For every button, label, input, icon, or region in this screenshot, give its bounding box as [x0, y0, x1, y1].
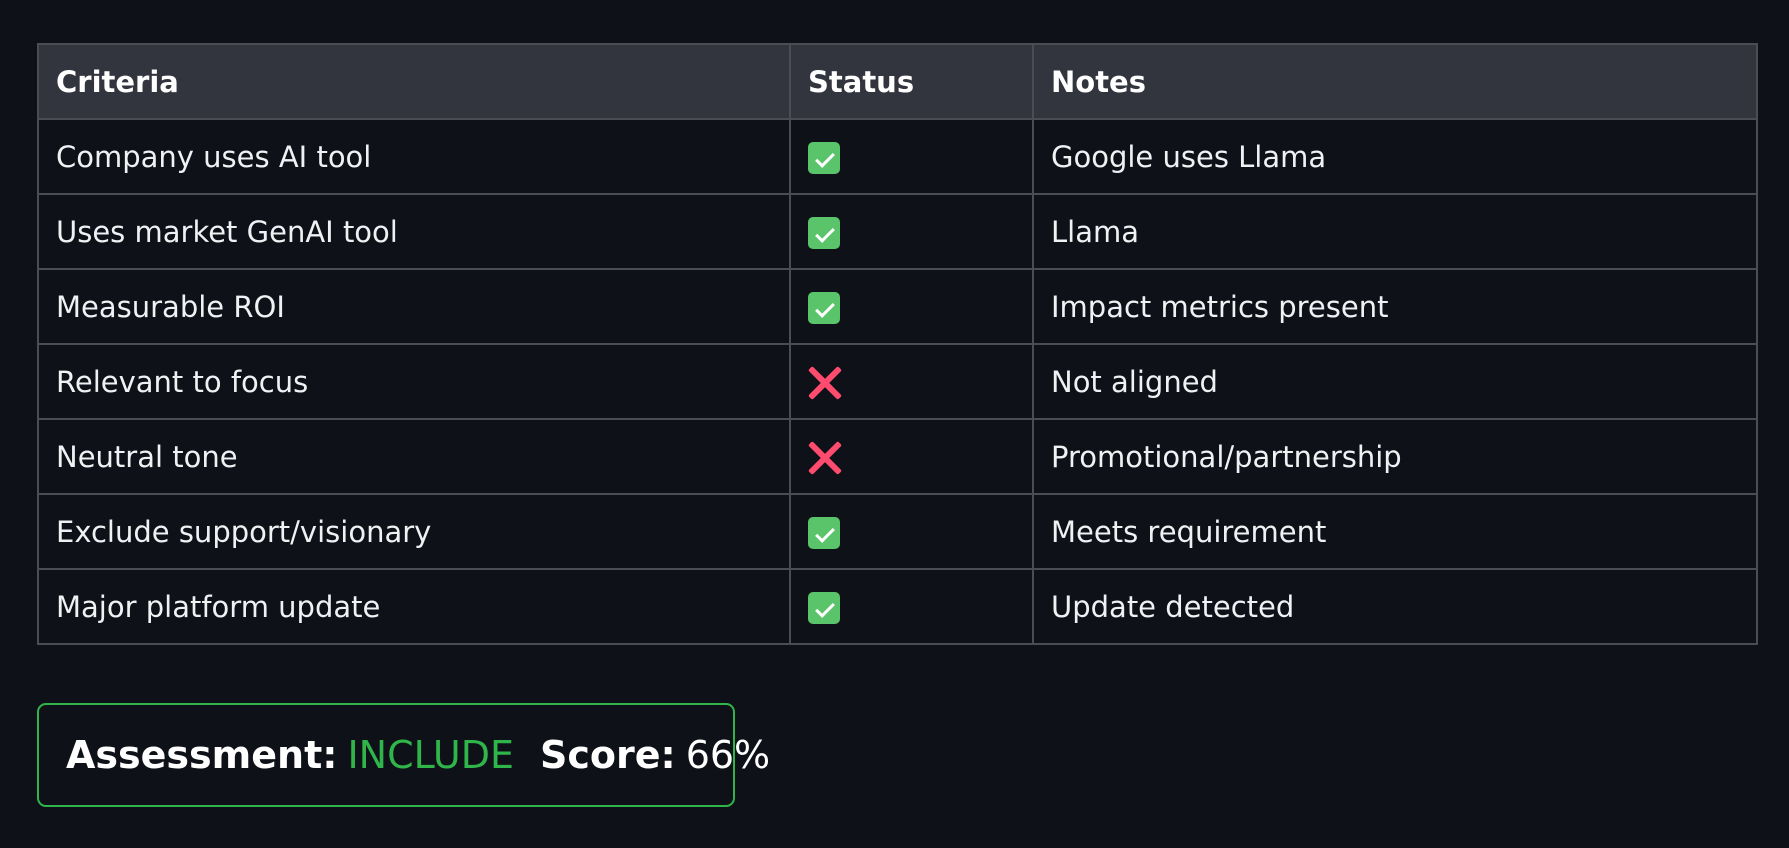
table-header-row: Criteria Status Notes [37, 43, 1758, 120]
status-cell [789, 493, 1034, 570]
status-cell [789, 568, 1034, 645]
table-row: Neutral tone Promotional/partnership [37, 418, 1758, 495]
assessment-summary-box: Assessment: INCLUDE Score: 66% [37, 703, 770, 807]
check-mark-icon [808, 592, 840, 624]
table-row: Company uses AI tool Google uses Llama [37, 118, 1758, 195]
notes-cell: Promotional/partnership [1032, 418, 1758, 495]
column-header-status: Status [789, 43, 1034, 120]
check-mark-icon [808, 517, 840, 549]
check-mark-icon [808, 142, 840, 174]
assessment-label: Assessment: [66, 733, 338, 777]
criteria-cell: Major platform update [37, 568, 791, 645]
table-row: Exclude support/visionary Meets requirem… [37, 493, 1758, 570]
criteria-table-container: Criteria Status Notes Company uses AI to… [37, 43, 1758, 645]
criteria-cell: Company uses AI tool [37, 118, 791, 195]
notes-cell: Google uses Llama [1032, 118, 1758, 195]
status-cell [789, 418, 1034, 495]
score-label: Score: [539, 733, 676, 777]
status-cell [789, 193, 1034, 270]
criteria-cell: Exclude support/visionary [37, 493, 791, 570]
status-cell [789, 268, 1034, 345]
table-row: Relevant to focus Not aligned [37, 343, 1758, 420]
notes-cell: Not aligned [1032, 343, 1758, 420]
criteria-cell: Measurable ROI [37, 268, 791, 345]
table-row: Major platform update Update detected [37, 568, 1758, 645]
criteria-cell: Neutral tone [37, 418, 791, 495]
score-value: 66% [685, 733, 771, 777]
status-cell [789, 343, 1034, 420]
status-cell [789, 118, 1034, 195]
cross-mark-icon [808, 441, 842, 475]
notes-cell: Impact metrics present [1032, 268, 1758, 345]
criteria-table: Criteria Status Notes Company uses AI to… [37, 43, 1758, 645]
column-header-notes: Notes [1032, 43, 1758, 120]
table-row: Measurable ROI Impact metrics present [37, 268, 1758, 345]
check-mark-icon [808, 292, 840, 324]
check-mark-icon [808, 217, 840, 249]
notes-cell: Update detected [1032, 568, 1758, 645]
cross-mark-icon [808, 366, 842, 400]
table-row: Uses market GenAI tool Llama [37, 193, 1758, 270]
column-header-criteria: Criteria [37, 43, 791, 120]
criteria-cell: Uses market GenAI tool [37, 193, 791, 270]
criteria-cell: Relevant to focus [37, 343, 791, 420]
notes-cell: Llama [1032, 193, 1758, 270]
notes-cell: Meets requirement [1032, 493, 1758, 570]
assessment-verdict: INCLUDE [347, 733, 514, 777]
